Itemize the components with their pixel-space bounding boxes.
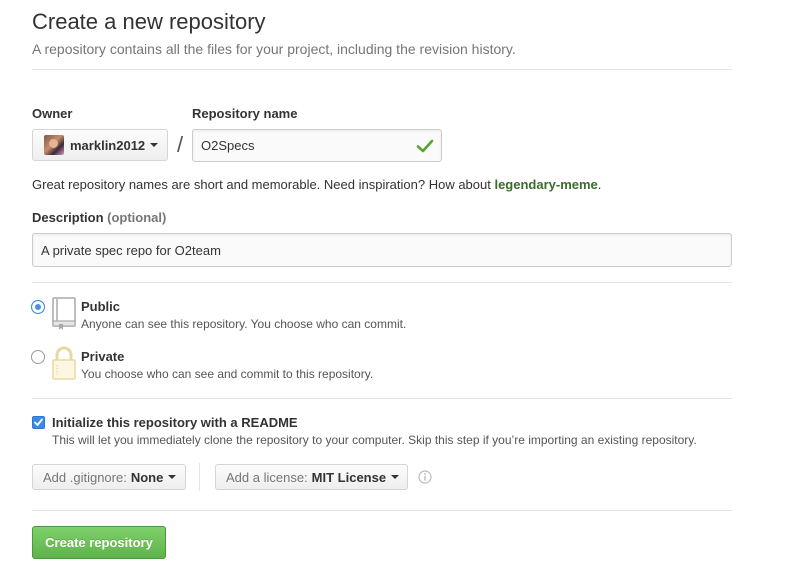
create-repository-button[interactable]: Create repository (32, 526, 166, 559)
gitignore-value: None (130, 469, 164, 485)
license-dropdown[interactable]: Add a license: MIT License (215, 464, 408, 490)
chevron-down-icon (391, 475, 400, 479)
chevron-down-icon (150, 143, 159, 147)
owner-repo-separator: / (177, 132, 184, 157)
private-radio[interactable] (31, 350, 45, 364)
hint-end: . (597, 177, 602, 192)
repo-name-input[interactable] (192, 129, 442, 162)
hint-text: Great repository names are short and mem… (32, 177, 495, 192)
gitignore-prefix: Add .gitignore: (43, 469, 127, 485)
chevron-down-icon (168, 475, 177, 479)
description-input[interactable] (32, 233, 732, 267)
divider (199, 463, 200, 491)
description-label: Description (optional) (32, 210, 166, 225)
info-icon[interactable] (418, 470, 432, 484)
checkmark-icon (34, 418, 43, 426)
owner-label: Owner (32, 106, 73, 121)
owner-value: marklin2012 (70, 137, 146, 153)
create-repository-page: Create a new repository A repository con… (0, 0, 806, 579)
public-desc: Anyone can see this repository. You choo… (81, 317, 407, 331)
description-label-text: Description (32, 210, 104, 225)
optional-tag: (optional) (107, 210, 167, 225)
init-readme-desc: This will let you immediately clone the … (52, 433, 697, 447)
license-prefix: Add a license: (226, 469, 308, 485)
gitignore-dropdown[interactable]: Add .gitignore: None (32, 464, 186, 490)
repo-name-label: Repository name (192, 106, 298, 121)
owner-dropdown[interactable]: marklin2012 (32, 129, 168, 161)
init-readme-label: Initialize this repository with a README (52, 415, 298, 430)
private-desc: You choose who can see and commit to thi… (81, 367, 374, 381)
divider (32, 510, 732, 511)
page-title: Create a new repository (32, 9, 266, 34)
repo-name-hint: Great repository names are short and mem… (32, 177, 601, 192)
divider (32, 282, 732, 283)
divider (32, 69, 732, 70)
check-icon (416, 139, 434, 153)
avatar (44, 135, 64, 155)
private-title: Private (81, 349, 125, 364)
page-subtitle: A repository contains all the files for … (32, 41, 516, 57)
divider (32, 398, 732, 399)
init-readme-checkbox[interactable] (32, 416, 45, 429)
public-title: Public (81, 299, 121, 314)
book-icon (52, 297, 76, 330)
lock-icon (52, 346, 76, 380)
public-radio[interactable] (31, 300, 45, 314)
license-value: MIT License (311, 469, 387, 485)
name-suggestion-link[interactable]: legendary-meme (494, 177, 597, 192)
